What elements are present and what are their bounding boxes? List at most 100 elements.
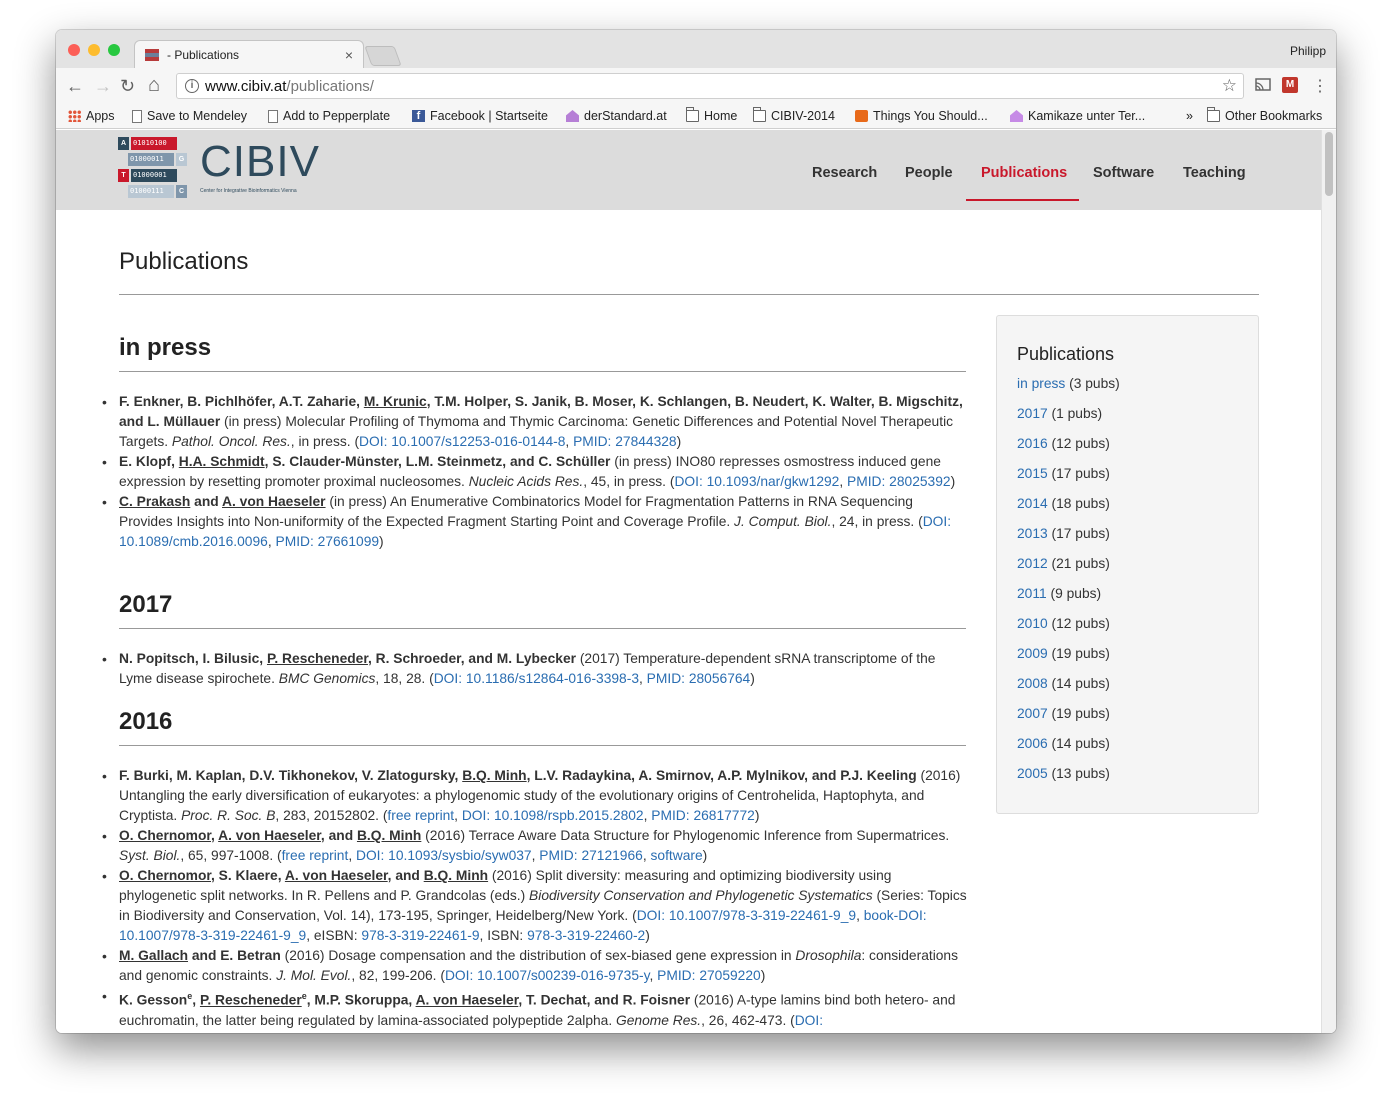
cibiv-author-link[interactable]: M. Krunic <box>364 394 427 409</box>
cibiv-author-link[interactable]: , L.V. Radaykina, A. Smirnov, A.P. Mylni… <box>527 768 917 783</box>
bookmark-derstandard[interactable]: derStandard.at <box>566 109 667 123</box>
tab-close-icon[interactable]: × <box>345 47 353 63</box>
publication-link[interactable]: free reprint <box>387 808 454 823</box>
back-arrow-icon[interactable]: ← <box>66 76 84 97</box>
cibiv-author-link[interactable]: M. Gallach <box>119 948 188 963</box>
cibiv-author-link[interactable]: N. Popitsch, I. Bilusic, <box>119 651 267 666</box>
publication-link[interactable]: DOI: 10.1093/sysbio/syw037 <box>356 848 532 863</box>
vertical-scrollbar[interactable] <box>1321 130 1336 1033</box>
cibiv-logo[interactable]: A 01010100 01000011 G T 01000001 01000111 C … <box>118 133 319 199</box>
sidebar-year-link[interactable]: 2016 <box>1017 436 1048 451</box>
cibiv-author-link[interactable]: O. Chernomor <box>119 828 211 843</box>
cibiv-author-link[interactable]: K. Gesson <box>119 993 187 1008</box>
close-window-button[interactable] <box>68 44 80 56</box>
cibiv-author-link[interactable]: P. Rescheneder <box>267 651 368 666</box>
publication-link[interactable]: DOI: 10.1186/s12864-016-3398-3 <box>434 671 639 686</box>
sidebar-year-link[interactable]: 2017 <box>1017 406 1048 421</box>
home-icon[interactable]: ⌂ <box>148 74 160 97</box>
publication-link[interactable]: PMID: 28025392 <box>847 474 951 489</box>
publication-link[interactable]: 978-3-319-22461-9 <box>361 928 479 943</box>
sidebar-year-link[interactable]: 2012 <box>1017 556 1048 571</box>
new-tab-button[interactable] <box>364 46 402 66</box>
publication-link[interactable]: DOI: 10.1007/s00239-016-9735-y <box>445 968 650 983</box>
publication-link[interactable]: software <box>651 848 703 863</box>
info-icon[interactable]: i <box>185 79 199 93</box>
profile-name[interactable]: Philipp <box>1290 44 1326 58</box>
cibiv-author-link[interactable]: F. Enkner, B. Pichlhöfer, A.T. Zaharie, <box>119 394 364 409</box>
forward-arrow-icon[interactable]: → <box>94 76 112 97</box>
cibiv-author-link[interactable]: , R. Schroeder, and M. Lybecker <box>368 651 576 666</box>
publication-link[interactable]: PMID: 27661099 <box>276 534 380 549</box>
scrollbar-thumb[interactable] <box>1325 132 1333 196</box>
cibiv-author-link[interactable]: A. von Haeseler <box>218 828 321 843</box>
cibiv-author-link[interactable]: and <box>190 494 222 509</box>
nav-people[interactable]: People <box>905 165 953 181</box>
cibiv-author-link[interactable]: A. von Haeseler <box>285 868 388 883</box>
sidebar-year-link[interactable]: 2006 <box>1017 736 1048 751</box>
nav-software[interactable]: Software <box>1093 165 1154 181</box>
cibiv-author-link[interactable]: E. Klopf, <box>119 454 179 469</box>
cibiv-author-link[interactable]: , and <box>321 828 357 843</box>
publication-link[interactable]: DOI: 10.1098/rspb.2015.2802 <box>462 808 644 823</box>
nav-research[interactable]: Research <box>812 165 877 181</box>
cast-icon[interactable] <box>1254 77 1272 93</box>
publication-link[interactable]: DOI: 10.1093/nar/gkw1292 <box>674 474 839 489</box>
bookmark-facebook[interactable]: f Facebook | Startseite <box>412 109 548 123</box>
bookmark-kamikaze[interactable]: Kamikaze unter Ter... <box>1010 109 1145 123</box>
publication-link[interactable]: PMID: 28056764 <box>647 671 751 686</box>
bookmark-home[interactable]: Home <box>686 107 737 123</box>
sidebar-year-link[interactable]: 2008 <box>1017 676 1048 691</box>
browser-tab[interactable]: - Publications × <box>134 40 364 68</box>
nav-teaching[interactable]: Teaching <box>1183 165 1246 181</box>
sidebar-year-link[interactable]: 2015 <box>1017 466 1048 481</box>
sidebar-year-link[interactable]: 2005 <box>1017 766 1048 781</box>
cibiv-author-link[interactable]: B.Q. Minh <box>462 768 526 783</box>
cibiv-author-link[interactable]: , and <box>388 868 424 883</box>
publication-link[interactable]: 978-3-319-22460-2 <box>527 928 645 943</box>
publication-link[interactable]: DOI: 10.1007/978-3-319-22461-9_9 <box>637 908 856 923</box>
publication-link[interactable]: PMID: 27844328 <box>573 434 677 449</box>
cibiv-author-link[interactable]: A. von Haeseler <box>222 494 326 509</box>
publication-link[interactable]: PMID: 26817772 <box>651 808 755 823</box>
cibiv-author-link[interactable]: and E. Betran <box>188 948 281 963</box>
menu-dots-icon[interactable]: ⋮ <box>1312 76 1328 96</box>
address-bar[interactable]: i www.cibiv.at/publications/ ☆ <box>176 73 1244 99</box>
cibiv-author-link[interactable]: , M.P. Skoruppa, <box>307 993 416 1008</box>
sidebar-year-link[interactable]: 2009 <box>1017 646 1048 661</box>
bookmark-things-you-should[interactable]: Things You Should... <box>855 109 988 123</box>
bookmark-cibiv-2014[interactable]: CIBIV-2014 <box>753 107 835 123</box>
cibiv-author-link[interactable]: A. von Haeseler <box>416 993 519 1008</box>
minimize-window-button[interactable] <box>88 44 100 56</box>
cibiv-author-link[interactable]: O. Chernomor <box>119 868 211 883</box>
bookmark-save-to-mendeley[interactable]: Save to Mendeley <box>132 109 247 123</box>
sidebar-year-link[interactable]: 2011 <box>1017 586 1047 601</box>
reload-icon[interactable]: ↻ <box>120 76 135 97</box>
cibiv-author-link[interactable]: B.Q. Minh <box>424 868 488 883</box>
cibiv-author-link[interactable]: , <box>192 993 200 1008</box>
cibiv-author-link[interactable]: P. Rescheneder <box>200 993 302 1008</box>
sidebar-year-link[interactable]: in press <box>1017 376 1065 391</box>
cibiv-author-link[interactable]: B.Q. Minh <box>357 828 421 843</box>
maximize-window-button[interactable] <box>108 44 120 56</box>
sidebar-year-link[interactable]: 2010 <box>1017 616 1048 631</box>
bookmark-add-to-pepperplate[interactable]: Add to Pepperplate <box>268 109 390 123</box>
bookmark-apps[interactable]: Apps <box>68 109 115 123</box>
publication-link[interactable]: PMID: 27059220 <box>657 968 761 983</box>
publication-link[interactable]: PMID: 27121966 <box>539 848 643 863</box>
mendeley-extension-icon[interactable]: M <box>1282 77 1298 93</box>
bookmark-star-icon[interactable]: ☆ <box>1222 76 1237 96</box>
publication-link[interactable]: free reprint <box>282 848 349 863</box>
sidebar-year-link[interactable]: 2014 <box>1017 496 1048 511</box>
cibiv-author-link[interactable]: , S. Klaere, <box>211 868 285 883</box>
cibiv-author-link[interactable]: F. Burki, M. Kaplan, D.V. Tikhonekov, V.… <box>119 768 462 783</box>
bookmark-other-bookmarks[interactable]: Other Bookmarks <box>1207 107 1322 123</box>
sidebar-year-link[interactable]: 2013 <box>1017 526 1048 541</box>
cibiv-author-link[interactable]: H.A. Schmidt <box>179 454 265 469</box>
nav-publications[interactable]: Publications <box>981 165 1067 181</box>
publication-link[interactable]: DOI: 10.1007/s12253-016-0144-8 <box>359 434 565 449</box>
cibiv-author-link[interactable]: C. Prakash <box>119 494 190 509</box>
cibiv-author-link[interactable]: , S. Clauder-Münster, L.M. Steinmetz, an… <box>265 454 611 469</box>
sidebar-year-link[interactable]: 2007 <box>1017 706 1048 721</box>
cibiv-author-link[interactable]: , T. Dechat, and R. Foisner <box>518 993 690 1008</box>
bookmarks-overflow-chevron[interactable]: » <box>1186 109 1193 123</box>
